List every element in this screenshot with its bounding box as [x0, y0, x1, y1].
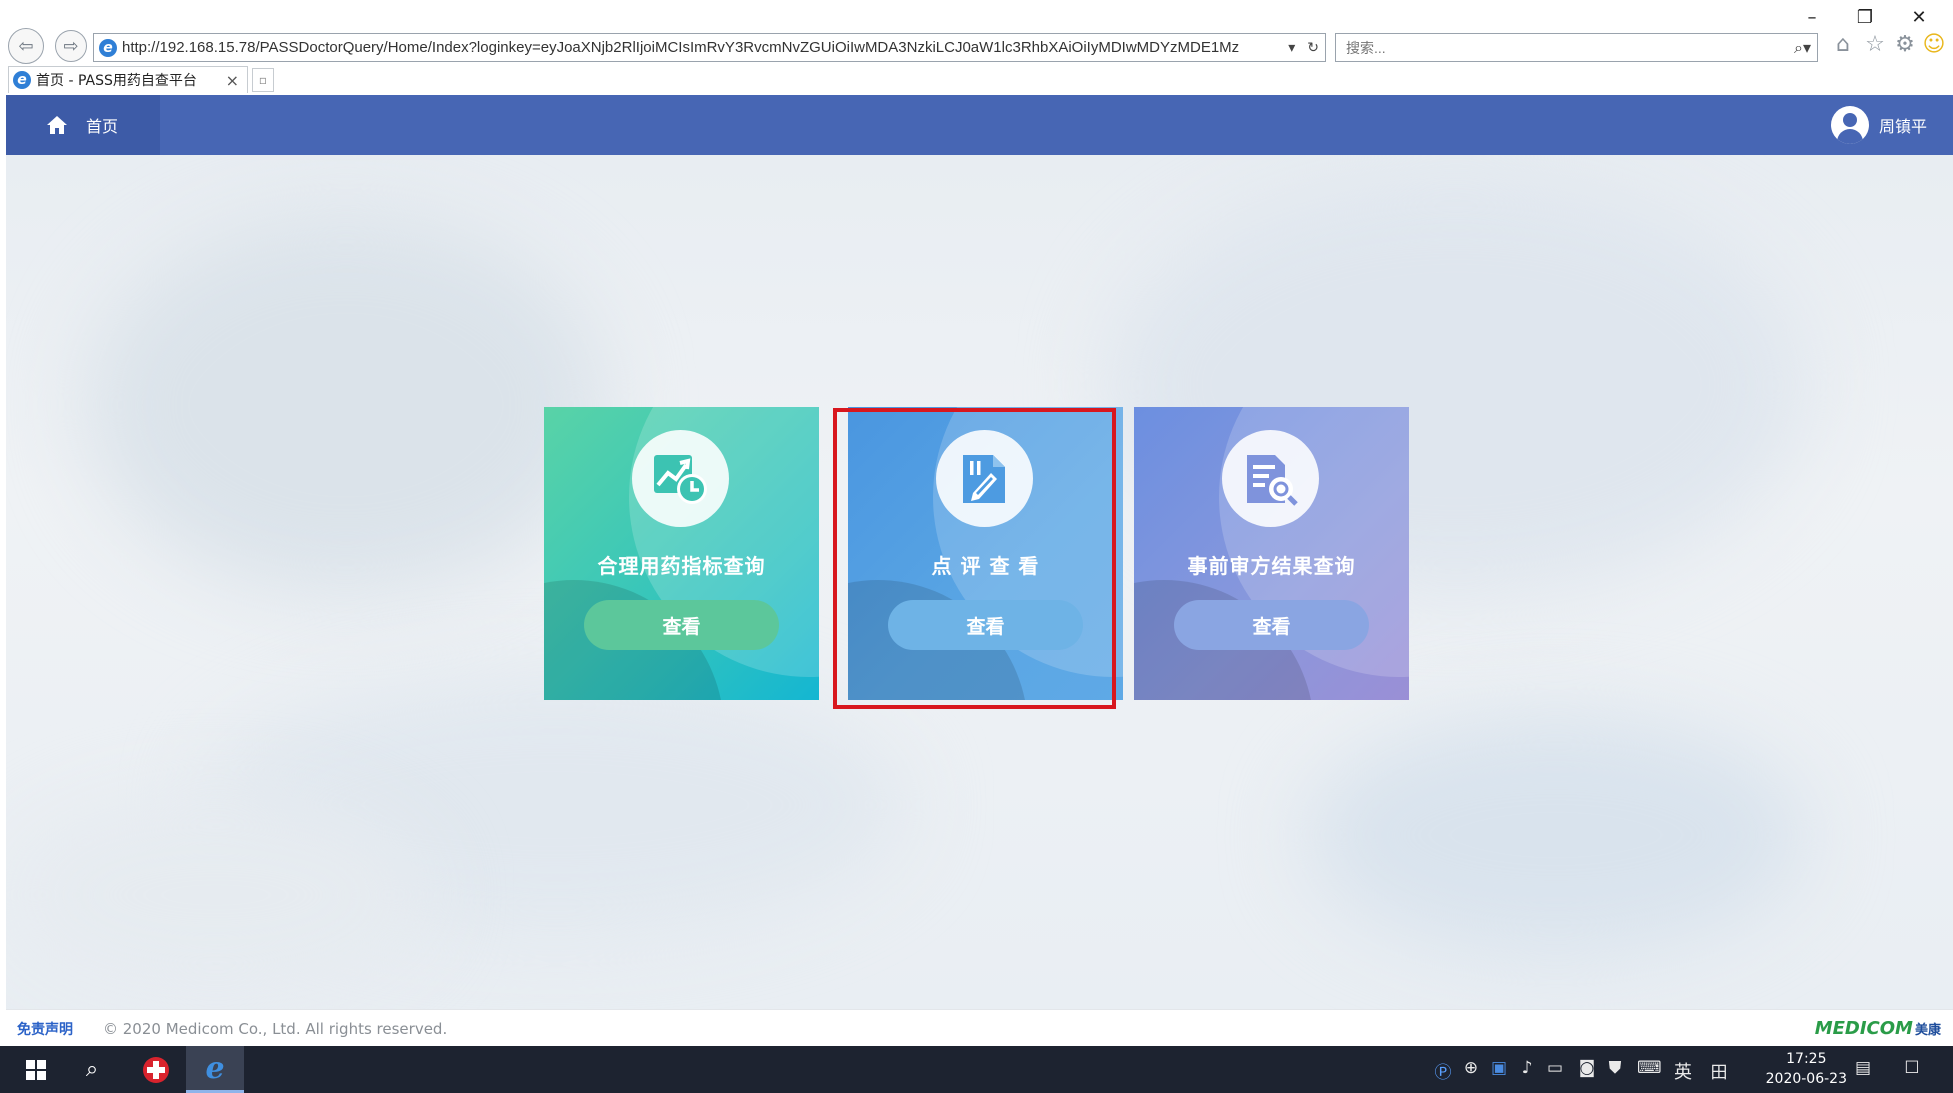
dropdown-arrow-icon[interactable]: ▾ [1288, 40, 1295, 56]
volume-icon[interactable]: ♪ [1515, 1058, 1539, 1078]
card-prescription-query: 事前审方结果查询 查看 [1134, 407, 1409, 700]
battery-icon[interactable]: ▭ [1543, 1058, 1567, 1078]
disclaimer-link[interactable]: 免责声明 [17, 1019, 73, 1039]
ie-page-icon: e [99, 38, 117, 57]
bg-blur [86, 215, 606, 595]
taskbar: ⌕ e Ⓟ ⊕ ▣ ♪ ▭ ◙ ⛊ ⌨ 英 田 17:25 2020-06-23… [0, 1046, 1953, 1093]
ime-mode-icon[interactable]: 田 [1707, 1058, 1731, 1083]
card-title: 合理用药指标查询 [597, 554, 766, 578]
clock-date: 2020-06-23 [1765, 1071, 1847, 1087]
clock-time: 17:25 [1786, 1051, 1827, 1067]
home-nav-icon [47, 116, 67, 134]
new-tab-button[interactable]: ▫ [252, 68, 274, 92]
taskbar-app-ie[interactable]: e [186, 1046, 244, 1093]
minimize-icon[interactable]: – [1795, 4, 1829, 32]
avatar [1830, 106, 1869, 144]
tab-ie-icon: e [13, 71, 31, 89]
magnifier-icon: ⌕ [85, 1057, 99, 1082]
user-menu[interactable]: 周镇平 [1830, 95, 1927, 155]
new-tab-icon: ▫ [258, 73, 268, 87]
brand-name: MEDICOM [1814, 1018, 1913, 1039]
footer: 免责声明 © 2020 Medicom Co., Ltd. All rights… [6, 1009, 1953, 1047]
tray-w-icon[interactable]: ▣ [1487, 1058, 1511, 1078]
brand-name-cn: 美康 [1914, 1023, 1941, 1038]
card-indicator-query: 合理用药指标查询 查看 [544, 407, 819, 700]
forward-arrow-icon: ⇨ [63, 35, 79, 57]
gear-icon[interactable]: ⚙ [1891, 32, 1919, 57]
home-icon[interactable]: ⌂ [1829, 32, 1857, 57]
nav-home-label: 首页 [86, 117, 119, 136]
start-button[interactable] [16, 1046, 56, 1093]
keyboard-icon[interactable]: ⌨ [1637, 1058, 1662, 1078]
nav-home[interactable]: 首页 [6, 95, 160, 155]
system-clock[interactable]: 17:25 2020-06-23 [1766, 1049, 1847, 1089]
url-text[interactable]: http://192.168.15.78/PASSDoctorQuery/Hom… [122, 39, 1282, 56]
search-box[interactable]: ⌕▾ [1335, 33, 1818, 62]
view-prescription-button[interactable]: 查看 [1174, 600, 1369, 650]
red-cross-app-icon [143, 1056, 169, 1083]
tab-title: 首页 - PASS用药自查平台 [36, 73, 197, 89]
card-title: 事前审方结果查询 [1187, 554, 1356, 578]
browser-chrome: – ❐ ✕ ⇦ ⇨ e http://192.168.15.78/PASSDoc… [0, 0, 1953, 95]
main-content: 合理用药指标查询 查看 点 评 查 看 查看 事前审方结果查询 查看 [6, 155, 1953, 1009]
brand-logo: MEDICOM 美康 [1815, 1018, 1941, 1039]
address-bar[interactable]: e http://192.168.15.78/PASSDoctorQuery/H… [93, 33, 1326, 62]
tray-disk-icon[interactable]: ◙ [1575, 1058, 1599, 1078]
restore-icon[interactable]: ❐ [1848, 4, 1882, 32]
shield-icon[interactable]: ⛊ [1603, 1058, 1627, 1078]
copyright-text: © 2020 Medicom Co., Ltd. All rights rese… [103, 1019, 448, 1038]
browser-tab[interactable]: e 首页 - PASS用药自查平台 × [8, 66, 248, 93]
close-window-icon[interactable]: ✕ [1902, 4, 1936, 32]
windows-icon [26, 1059, 46, 1080]
notification-icon[interactable]: ☐ [1900, 1058, 1924, 1078]
star-icon[interactable]: ☆ [1861, 32, 1889, 57]
taskbar-app-medical[interactable] [134, 1046, 178, 1093]
taskbar-search-button[interactable]: ⌕ [72, 1046, 112, 1093]
app-header: 首页 周镇平 [6, 95, 1953, 155]
forward-button[interactable]: ⇨ [55, 30, 87, 62]
view-indicator-button[interactable]: 查看 [584, 600, 779, 650]
document-search-icon [1222, 430, 1319, 527]
ie-app-icon: e [205, 1050, 225, 1086]
ime-language[interactable]: 英 [1671, 1058, 1695, 1084]
selection-highlight [833, 408, 1116, 709]
tray-p-icon[interactable]: Ⓟ [1431, 1058, 1455, 1083]
bg-blur [1306, 715, 1806, 955]
back-button[interactable]: ⇦ [8, 28, 44, 64]
tab-close-icon[interactable]: × [226, 71, 239, 90]
smiley-icon[interactable]: ☺ [1920, 32, 1948, 57]
refresh-icon[interactable]: ↻ [1307, 40, 1319, 56]
search-icon[interactable]: ⌕▾ [1794, 38, 1811, 58]
chart-clock-icon [632, 430, 729, 527]
search-input[interactable] [1344, 38, 1788, 57]
network-globe-icon[interactable]: ⊕ [1459, 1058, 1483, 1078]
user-name: 周镇平 [1878, 117, 1927, 136]
back-arrow-icon: ⇦ [18, 35, 34, 57]
bg-blur [6, 795, 426, 995]
notes-icon[interactable]: ▤ [1851, 1058, 1875, 1078]
